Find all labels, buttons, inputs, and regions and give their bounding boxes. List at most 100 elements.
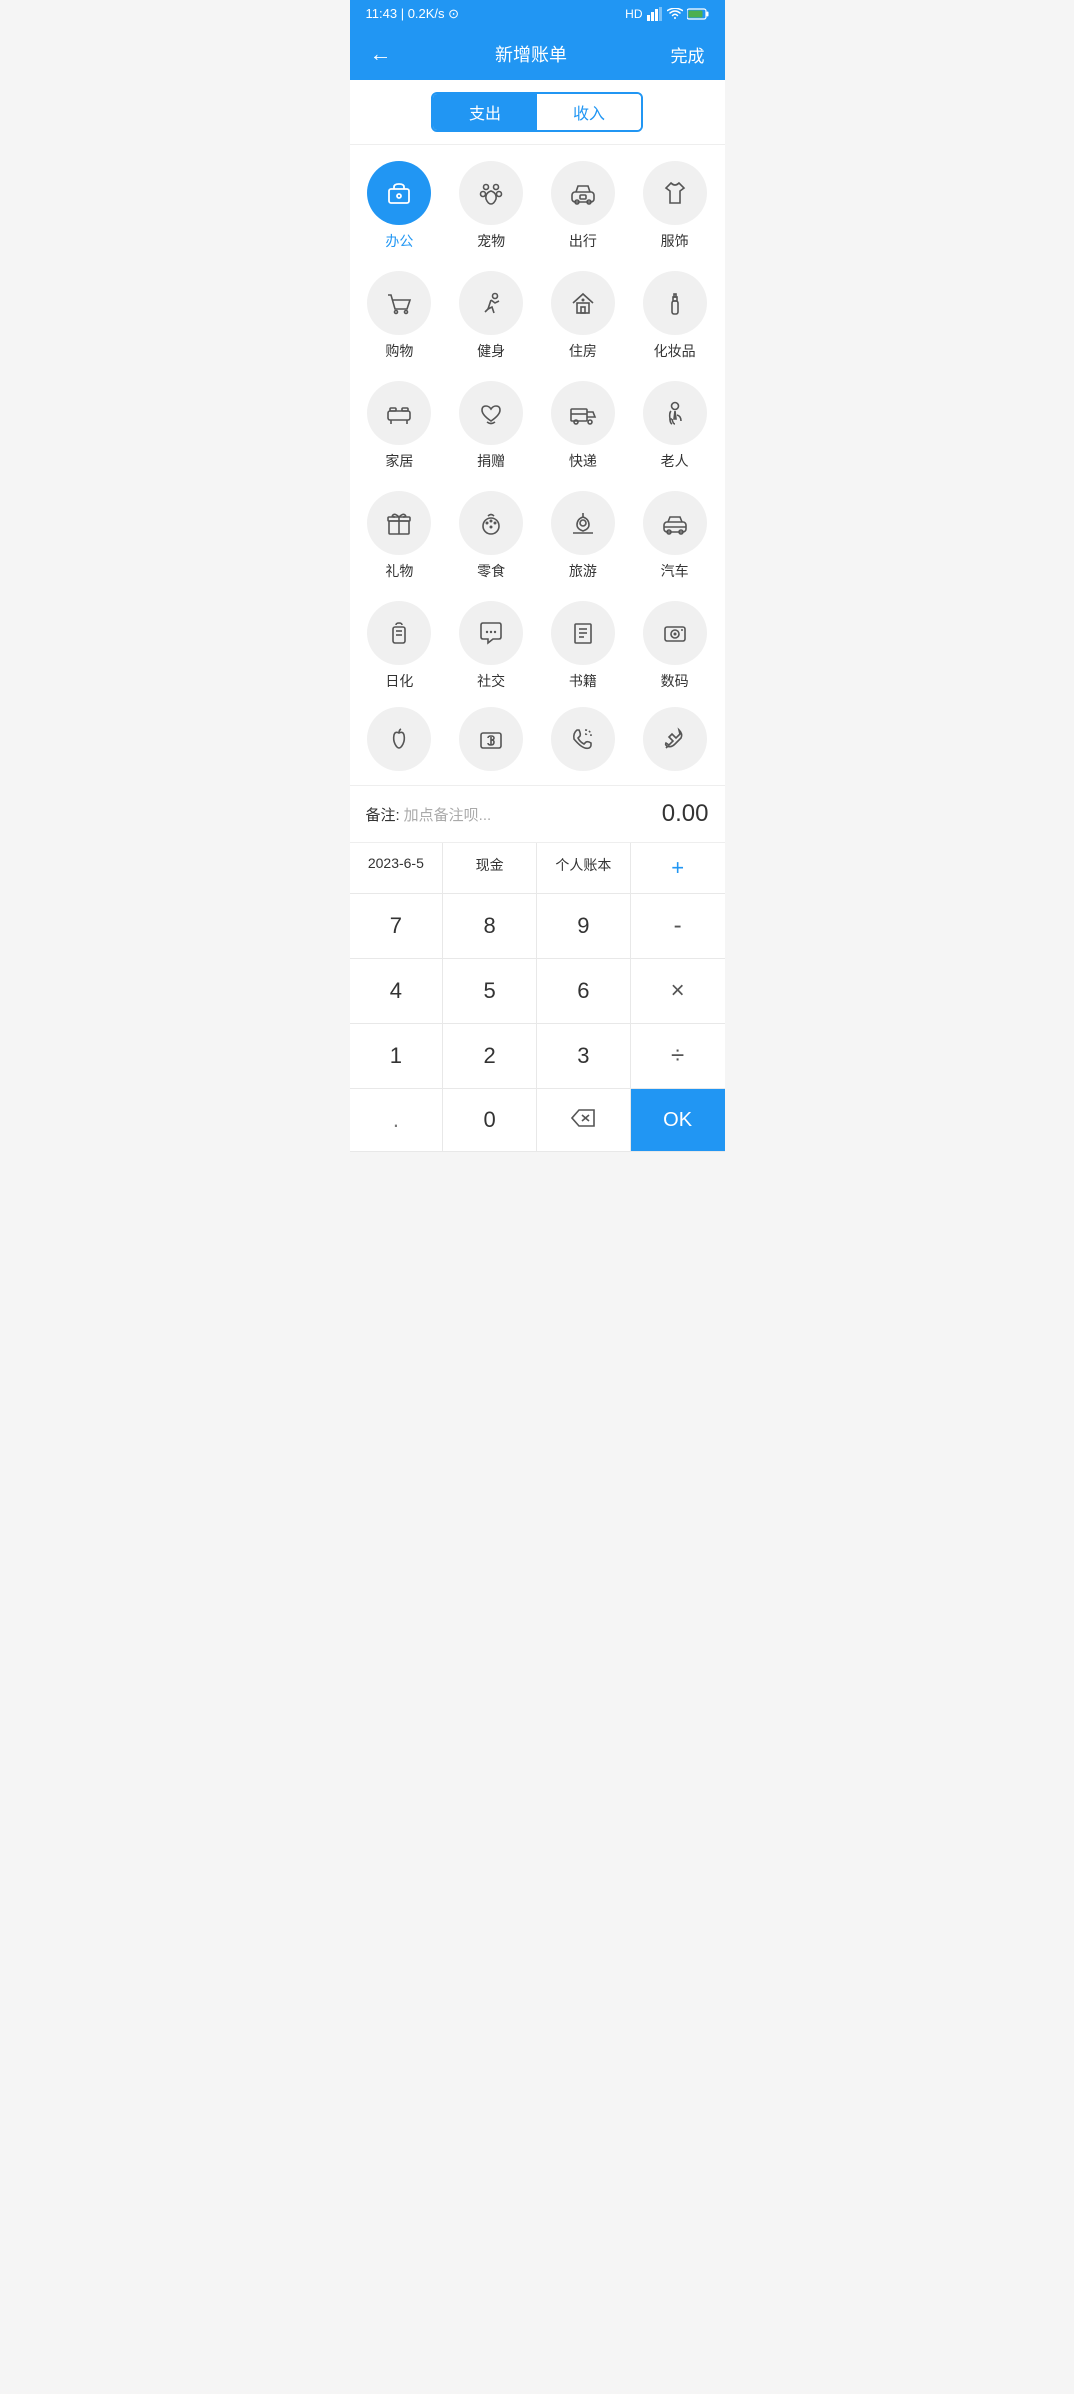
category-cosmetics[interactable]: 化妆品 (633, 271, 717, 361)
category-finance[interactable] (449, 707, 533, 777)
category-food[interactable] (358, 707, 442, 777)
calc-row-1: 7 8 9 - (350, 894, 725, 959)
btn-dot[interactable]: . (350, 1089, 444, 1151)
btn-0[interactable]: 0 (443, 1089, 537, 1151)
category-tourism[interactable]: 旅游 (541, 491, 625, 581)
category-snack[interactable]: 零食 (449, 491, 533, 581)
calc-row-3: 1 2 3 ÷ (350, 1024, 725, 1089)
gift-label: 礼物 (385, 561, 413, 581)
account-cell[interactable]: 个人账本 (537, 843, 631, 893)
daily-icon (367, 601, 431, 665)
shopping-label: 购物 (385, 341, 413, 361)
note-bar: 备注: 加点备注呗... 0.00 (350, 785, 725, 843)
btn-ok[interactable]: OK (631, 1089, 725, 1151)
btn-9[interactable]: 9 (537, 894, 631, 958)
category-fitness[interactable]: 健身 (449, 271, 533, 361)
category-gift[interactable]: 礼物 (358, 491, 442, 581)
clothing-label: 服饰 (661, 231, 689, 251)
status-bar: 11:43 | 0.2K/s ⊙ HD (350, 0, 725, 28)
btn-divide[interactable]: ÷ (631, 1024, 725, 1088)
btn-minus[interactable]: - (631, 894, 725, 958)
btn-7[interactable]: 7 (350, 894, 444, 958)
calc-row-2: 4 5 6 × (350, 959, 725, 1024)
tab-bar: 支出 收入 (350, 80, 725, 145)
categories-partial (350, 707, 725, 785)
signal-icon (647, 7, 663, 21)
btn-1[interactable]: 1 (350, 1024, 444, 1088)
cosmetics-icon (643, 271, 707, 335)
categories-grid: 办公 宠物 出行 (350, 145, 725, 707)
note-label: 备注: (366, 804, 400, 825)
category-daily[interactable]: 日化 (358, 601, 442, 691)
category-housing[interactable]: 住房 (541, 271, 625, 361)
btn-8[interactable]: 8 (443, 894, 537, 958)
back-button[interactable]: ← (366, 37, 396, 71)
btn-2[interactable]: 2 (443, 1024, 537, 1088)
payment-cell[interactable]: 现金 (443, 843, 537, 893)
fitness-label: 健身 (477, 341, 505, 361)
office-label: 办公 (385, 231, 413, 251)
category-digital[interactable]: 数码 (633, 601, 717, 691)
travel-label: 出行 (569, 231, 597, 251)
phone-icon (551, 707, 615, 771)
tab-income[interactable]: 收入 (537, 94, 641, 130)
furniture-label: 家居 (385, 451, 413, 471)
category-phone[interactable] (541, 707, 625, 777)
car-label: 汽车 (661, 561, 689, 581)
amount-display: 0.00 (662, 800, 709, 828)
category-pet[interactable]: 宠物 (449, 161, 533, 251)
snack-label: 零食 (477, 561, 505, 581)
btn-5[interactable]: 5 (443, 959, 537, 1023)
category-social[interactable]: 社交 (449, 601, 533, 691)
digital-icon (643, 601, 707, 665)
btn-multiply[interactable]: × (631, 959, 725, 1023)
express-label: 快递 (569, 451, 597, 471)
btn-6[interactable]: 6 (537, 959, 631, 1023)
done-button[interactable]: 完成 (667, 38, 709, 71)
status-icons: HD (625, 7, 708, 21)
pet-label: 宠物 (477, 231, 505, 251)
battery-icon (687, 8, 709, 20)
delete-icon (571, 1109, 595, 1127)
date-cell[interactable]: 2023-6-5 (350, 843, 444, 893)
donation-icon (459, 381, 523, 445)
food-icon (367, 707, 431, 771)
category-clothing[interactable]: 服饰 (633, 161, 717, 251)
books-label: 书籍 (569, 671, 597, 691)
pet-icon (459, 161, 523, 225)
btn-3[interactable]: 3 (537, 1024, 631, 1088)
category-elderly[interactable]: 老人 (633, 381, 717, 471)
tourism-icon (551, 491, 615, 555)
snack-icon (459, 491, 523, 555)
cosmetics-label: 化妆品 (654, 341, 696, 361)
btn-delete[interactable] (537, 1089, 631, 1151)
wifi-icon (667, 8, 683, 20)
hd-label: HD (625, 7, 642, 21)
category-books[interactable]: 书籍 (541, 601, 625, 691)
furniture-icon (367, 381, 431, 445)
fitness-icon (459, 271, 523, 335)
category-travel[interactable]: 出行 (541, 161, 625, 251)
elderly-label: 老人 (661, 451, 689, 471)
digital-label: 数码 (661, 671, 689, 691)
tourism-label: 旅游 (569, 561, 597, 581)
category-repair[interactable] (633, 707, 717, 777)
btn-4[interactable]: 4 (350, 959, 444, 1023)
note-input[interactable]: 加点备注呗... (404, 804, 492, 825)
shopping-icon (367, 271, 431, 335)
category-car[interactable]: 汽车 (633, 491, 717, 581)
category-furniture[interactable]: 家居 (358, 381, 442, 471)
category-office[interactable]: 办公 (358, 161, 442, 251)
tab-container: 支出 收入 (431, 92, 643, 132)
plus-cell[interactable]: + (631, 843, 725, 893)
finance-icon (459, 707, 523, 771)
tab-expense[interactable]: 支出 (433, 94, 537, 130)
housing-icon (551, 271, 615, 335)
calc-info-row: 2023-6-5 现金 个人账本 + (350, 843, 725, 894)
category-shopping[interactable]: 购物 (358, 271, 442, 361)
elderly-icon (643, 381, 707, 445)
category-donation[interactable]: 捐赠 (449, 381, 533, 471)
books-icon (551, 601, 615, 665)
category-express[interactable]: 快递 (541, 381, 625, 471)
daily-label: 日化 (385, 671, 413, 691)
